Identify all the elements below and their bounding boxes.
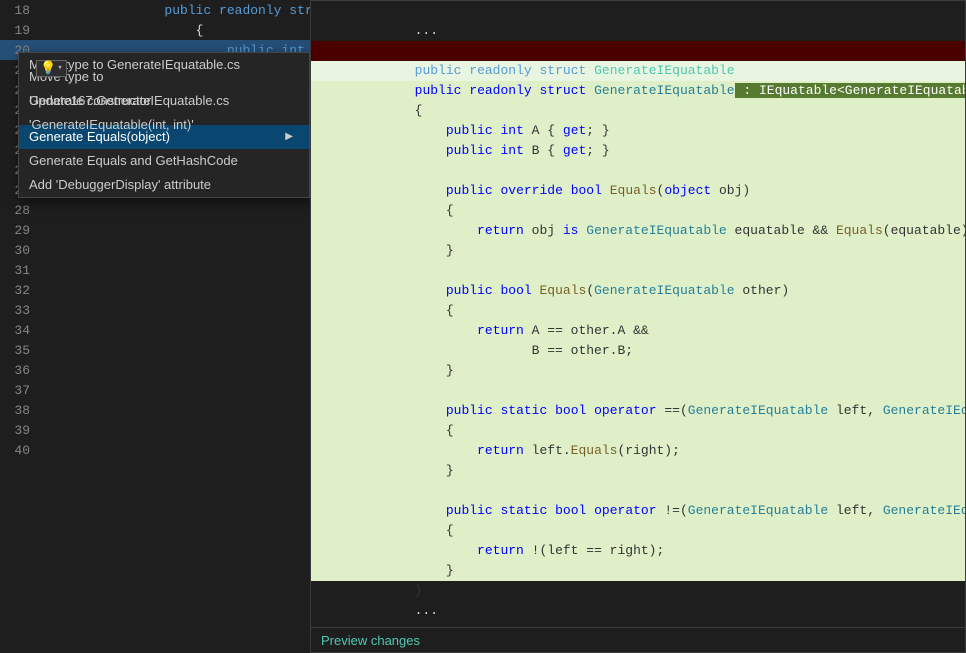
- preview-line-green: public override bool Equals(object obj): [311, 161, 965, 181]
- line-number: 37: [0, 383, 38, 398]
- line-number: 35: [0, 343, 38, 358]
- code-line-37: 37: [0, 380, 310, 400]
- preview-panel: ... public readonly struct GenerateIEqua…: [310, 0, 966, 653]
- line-number: 28: [0, 203, 38, 218]
- preview-changes-link[interactable]: Preview changes: [321, 633, 420, 648]
- dropdown-arrow-icon: ▾: [57, 64, 62, 73]
- line-number: 31: [0, 263, 38, 278]
- code-line-32: 32: [0, 280, 310, 300]
- editor-container: 18 public readonly struct GenerateIEquat…: [0, 0, 966, 653]
- line-number: 38: [0, 403, 38, 418]
- code-line-40: 40: [0, 440, 310, 460]
- line-number: 33: [0, 303, 38, 318]
- code-line-30: 30: [0, 240, 310, 260]
- code-line-28: 28: [0, 200, 310, 220]
- preview-line: ...: [311, 1, 965, 21]
- line-number: 39: [0, 423, 38, 438]
- line-number: 34: [0, 323, 38, 338]
- preview-footer: Preview changes: [311, 627, 965, 652]
- line-number: 29: [0, 223, 38, 238]
- preview-line-deleted: public readonly struct GenerateIEquatabl…: [311, 41, 965, 61]
- line-number: 30: [0, 243, 38, 258]
- lightbulb-widget[interactable]: 💡 ▾: [36, 60, 67, 77]
- code-line-36: 36: [0, 360, 310, 380]
- preview-line-green: public bool Equals(GenerateIEquatable ot…: [311, 261, 965, 281]
- line-number: 40: [0, 443, 38, 458]
- menu-item-generate-constructor[interactable]: Generate constructor 'GenerateIEquatable…: [19, 101, 309, 125]
- code-line-33: 33: [0, 300, 310, 320]
- menu-item-label: Add 'DebuggerDisplay' attribute: [29, 173, 211, 197]
- lightbulb-icon: 💡: [40, 62, 56, 75]
- menu-item-debugger-display[interactable]: Add 'DebuggerDisplay' attribute: [19, 173, 309, 197]
- line-number: 32: [0, 283, 38, 298]
- code-line-39: 39: [0, 420, 310, 440]
- submenu-arrow-icon: ▶: [285, 125, 293, 149]
- lightbulb-button[interactable]: 💡 ▾: [36, 60, 67, 77]
- line-number: 36: [0, 363, 38, 378]
- line-number: 19: [0, 23, 38, 38]
- preview-line-green: public static bool operator !=(GenerateI…: [311, 481, 965, 501]
- code-line-35: 35: [0, 340, 310, 360]
- menu-item-generate-equals-hashcode[interactable]: Generate Equals and GetHashCode: [19, 149, 309, 173]
- code-line-31: 31: [0, 260, 310, 280]
- code-line-38: 38: [0, 400, 310, 420]
- menu-item-label: Generate Equals(object): [29, 125, 170, 149]
- line-number: 18: [0, 3, 38, 18]
- code-line-34: 34: [0, 320, 310, 340]
- preview-line-green: public static bool operator ==(GenerateI…: [311, 381, 965, 401]
- code-line-29: 29: [0, 220, 310, 240]
- preview-content[interactable]: ... public readonly struct GenerateIEqua…: [311, 1, 965, 627]
- menu-item-label: Generate Equals and GetHashCode: [29, 149, 238, 173]
